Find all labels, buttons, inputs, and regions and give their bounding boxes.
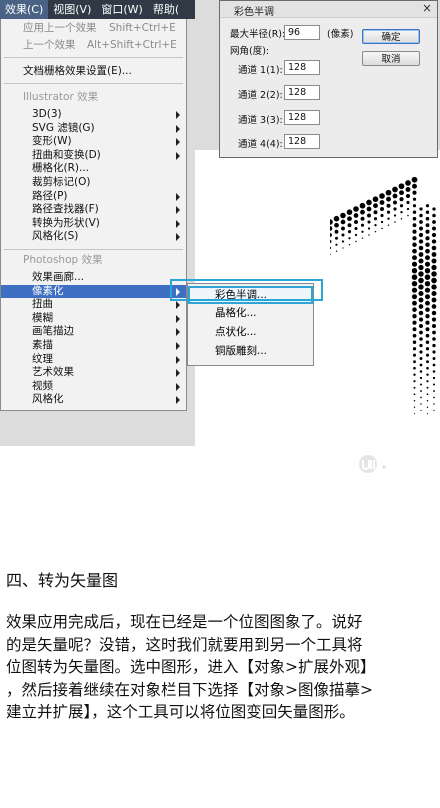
menu-effect[interactable]: 效果(C) <box>0 0 49 19</box>
chevron-right-icon <box>176 111 180 119</box>
chevron-right-icon <box>176 382 180 391</box>
color-halftone-dialog: 彩色半调 × 最大半径(R): (像素) 网角(度): 通道 1(1): 通道 … <box>219 0 438 158</box>
chevron-right-icon <box>176 396 180 405</box>
cancel-button[interactable]: 取消 <box>362 51 420 66</box>
chevron-right-icon <box>176 342 180 350</box>
channel-3-input[interactable] <box>284 110 320 125</box>
menu-item-photoshop-effect[interactable]: 视频 <box>1 380 186 393</box>
max-radius-label: 最大半径(R): <box>230 29 286 40</box>
chevron-right-icon <box>176 233 180 242</box>
menu-item-photoshop-effect[interactable]: 艺术效果 <box>1 366 186 379</box>
chevron-right-icon <box>176 138 180 147</box>
chevron-right-icon <box>176 192 180 201</box>
channel-2-label: 通道 2(2): <box>238 90 283 101</box>
channel-1-label: 通道 1(1): <box>238 65 283 76</box>
submenu-mezzotint[interactable]: 铜版雕刻... <box>188 342 313 360</box>
menu-item-illustrator-effect[interactable]: 栅格化(R)... <box>1 162 186 175</box>
halftone-artwork <box>330 176 437 415</box>
channel-1-input[interactable] <box>284 60 320 75</box>
chevron-right-icon <box>176 219 180 228</box>
chevron-right-icon <box>176 314 180 323</box>
effect-menu: 应用上一个效果 Shift+Ctrl+E 上一个效果 Alt+Shift+Ctr… <box>0 19 187 411</box>
submenu-crystallize[interactable]: 晶格化... <box>188 304 313 322</box>
menu-item-illustrator-effect[interactable]: 扭曲和变换(D) <box>1 149 186 162</box>
chevron-right-icon <box>176 328 180 337</box>
section-photoshop-effects: Photoshop 效果 <box>23 254 103 266</box>
menu-item-last-effect: 上一个效果 Alt+Shift+Ctrl+E <box>23 39 177 51</box>
menu-window[interactable]: 窗口(W) <box>96 0 147 19</box>
menu-view[interactable]: 视图(V) <box>48 0 96 19</box>
menu-item-photoshop-effect[interactable]: 画笔描边 <box>1 325 186 338</box>
paragraph-line: 位图转为矢量图。选中图形，进入【对象>扩展外观】 <box>6 658 376 676</box>
menu-item-illustrator-effect[interactable]: 转换为形状(V) <box>1 217 186 230</box>
chevron-right-icon <box>176 369 180 378</box>
channel-4-input[interactable] <box>284 134 320 149</box>
menu-item-illustrator-effect[interactable]: 风格化(S) <box>1 230 186 243</box>
ok-button[interactable]: 确定 <box>362 29 420 44</box>
menu-item-photoshop-effect[interactable]: 模糊 <box>1 312 186 325</box>
shortcut-label: Shift+Ctrl+E <box>109 22 176 34</box>
channel-2-input[interactable] <box>284 85 320 100</box>
channel-3-label: 通道 3(3): <box>238 115 283 126</box>
shortcut-label: Alt+Shift+Ctrl+E <box>87 39 177 51</box>
paragraph-line: ，然后接着继续在对象栏目下选择【对象>图像描摹> <box>6 680 373 699</box>
unit-label: (像素) <box>327 29 354 40</box>
menu-item-photoshop-effect[interactable]: 扭曲 <box>1 298 186 311</box>
menu-item-photoshop-effect[interactable]: 效果画廊... <box>1 271 186 284</box>
paragraph-line: 的是矢量呢？没错，这时我们就要用到另一个工具将 <box>6 635 363 654</box>
max-radius-input[interactable] <box>284 25 320 40</box>
menu-item-photoshop-effect[interactable]: 纹理 <box>1 353 186 366</box>
menu-item-pixelate[interactable]: 像素化 <box>1 284 186 298</box>
menu-divider <box>4 57 183 58</box>
angle-label: 网角(度): <box>230 46 270 57</box>
menu-item-illustrator-effect[interactable]: 变形(W) <box>1 135 186 148</box>
dialog-titlebar: 彩色半调 × <box>220 1 437 18</box>
menu-item-illustrator-effect[interactable]: 路径(P) <box>1 190 186 203</box>
menu-item-apply-last-effect: 应用上一个效果 Shift+Ctrl+E <box>23 22 176 34</box>
watermark-logo <box>359 455 386 473</box>
menubar: 效果(C) 视图(V) 窗口(W) 帮助( <box>0 0 195 19</box>
menu-item-illustrator-effect[interactable]: 路径查找器(F) <box>1 203 186 216</box>
menu-item-photoshop-effect[interactable]: 风格化 <box>1 393 186 406</box>
chevron-right-icon <box>176 301 180 310</box>
chevron-right-icon <box>176 355 180 364</box>
highlight-callout <box>170 279 323 301</box>
menu-item-illustrator-effect[interactable]: SVG 滤镜(G) <box>1 122 186 135</box>
chevron-right-icon <box>176 124 180 133</box>
menu-item-photoshop-effect[interactable]: 素描 <box>1 339 186 352</box>
illustrator-screenshot: 效果(C) 视图(V) 窗口(W) 帮助( 应用上一个效果 Shift+Ctrl… <box>0 0 440 446</box>
article-paragraph: 效果应用完成后，现在已经是一个位图图象了。说好 的是矢量呢？没错，这时我们就要用… <box>6 611 436 724</box>
close-icon[interactable]: × <box>420 1 434 15</box>
menu-divider <box>4 83 183 84</box>
menu-divider <box>4 249 183 250</box>
paragraph-line: 建立并扩展】，这个工具可以将位图变回矢量图形。 <box>6 703 355 721</box>
paragraph-line: 效果应用完成后，现在已经是一个位图图象了。说好 <box>6 613 363 631</box>
channel-4-label: 通道 4(4): <box>238 139 283 150</box>
section-illustrator-effects: Illustrator 效果 <box>23 91 99 103</box>
chevron-right-icon <box>176 151 180 160</box>
dialog-title: 彩色半调 <box>234 7 274 18</box>
chevron-right-icon <box>176 206 180 215</box>
menu-item-raster-settings[interactable]: 文档栅格效果设置(E)... <box>1 65 186 78</box>
submenu-pointillize[interactable]: 点状化... <box>188 323 313 341</box>
menu-help[interactable]: 帮助( <box>148 0 184 19</box>
menu-item-illustrator-effect[interactable]: 3D(3) <box>1 108 186 121</box>
menu-item-illustrator-effect[interactable]: 裁剪标记(O) <box>1 176 186 189</box>
section-heading: 四、转为矢量图 <box>6 571 119 590</box>
